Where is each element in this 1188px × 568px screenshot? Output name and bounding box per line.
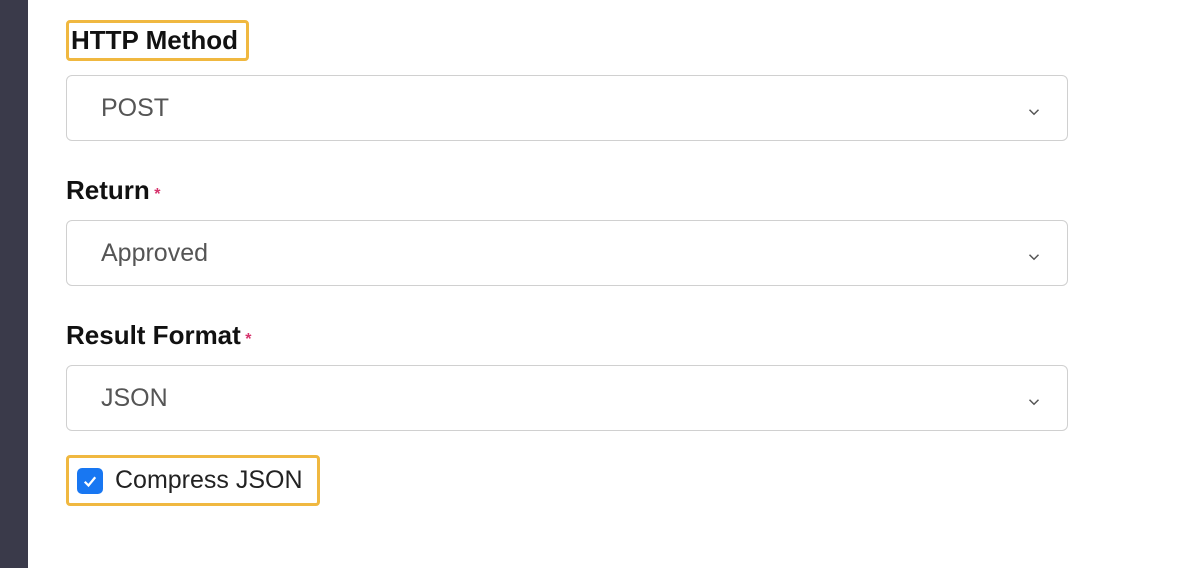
- compress-json-checkbox[interactable]: [77, 468, 103, 494]
- result-format-label: Result Format: [66, 320, 241, 350]
- http-method-label-highlight: HTTP Method: [66, 20, 249, 61]
- return-required-asterisk: *: [154, 186, 160, 203]
- compress-json-label: Compress JSON: [115, 466, 303, 495]
- compress-json-row: Compress JSON: [66, 455, 320, 506]
- sidebar-strip: [0, 0, 28, 568]
- http-method-label: HTTP Method: [71, 25, 238, 55]
- http-method-value: POST: [101, 94, 169, 123]
- result-format-required-asterisk: *: [245, 331, 251, 348]
- return-select[interactable]: Approved: [66, 220, 1068, 286]
- result-format-select[interactable]: JSON: [66, 365, 1068, 431]
- form-content: HTTP Method POST Return * Approved Resul…: [28, 0, 1188, 568]
- chevron-down-icon: [1025, 389, 1043, 407]
- result-format-group: Result Format * JSON: [66, 320, 1068, 431]
- return-group: Return * Approved: [66, 175, 1068, 286]
- chevron-down-icon: [1025, 244, 1043, 262]
- http-method-group: HTTP Method POST: [66, 20, 1068, 141]
- return-value: Approved: [101, 239, 208, 268]
- chevron-down-icon: [1025, 99, 1043, 117]
- return-label: Return: [66, 175, 150, 205]
- check-icon: [81, 472, 99, 490]
- http-method-select[interactable]: POST: [66, 75, 1068, 141]
- result-format-value: JSON: [101, 384, 168, 413]
